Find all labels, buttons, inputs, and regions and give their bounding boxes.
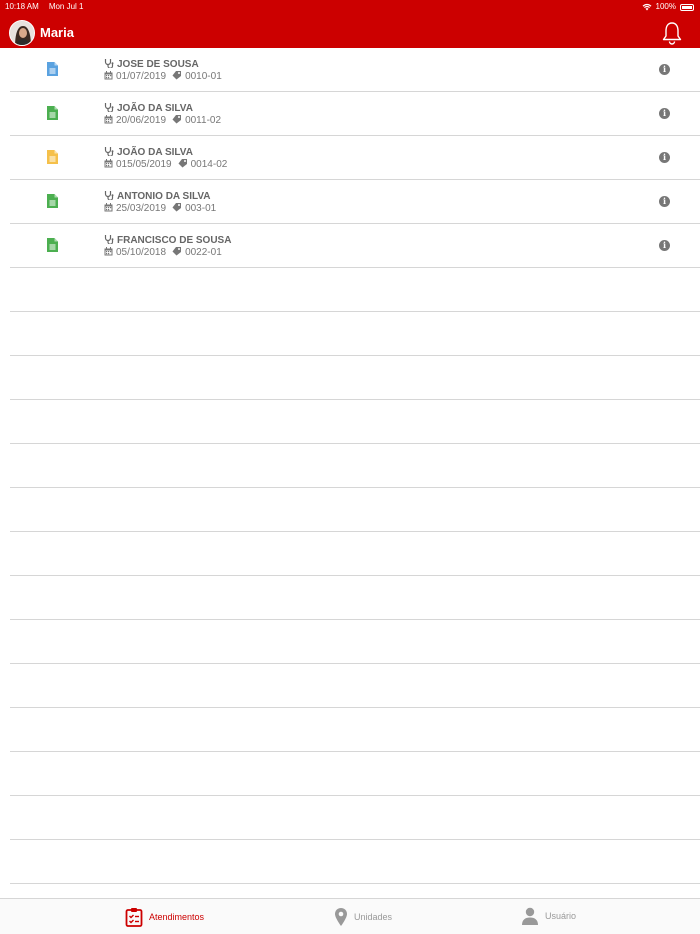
document-icon <box>47 150 58 164</box>
details-line: 01/07/2019 0010-01 <box>104 70 222 83</box>
record-code: 0014-02 <box>190 159 228 170</box>
empty-row <box>10 576 700 620</box>
record-code: 0010-01 <box>185 71 222 82</box>
list-item[interactable]: ANTONIO DA SILVA 25/03/2019 003-01 i <box>10 180 700 224</box>
empty-row <box>10 708 700 752</box>
record-date: 015/05/2019 <box>116 159 172 170</box>
empty-row <box>10 444 700 488</box>
calendar-icon <box>104 70 113 83</box>
details-line: 05/10/2018 0022-01 <box>104 246 222 259</box>
empty-row <box>10 796 700 840</box>
tag-icon <box>172 70 182 83</box>
list-item[interactable]: JOÃO DA SILVA 20/06/2019 0011-02 i <box>10 92 700 136</box>
info-icon[interactable]: i <box>659 108 670 119</box>
patient-name: FRANCISCO DE SOUSA <box>117 235 232 246</box>
status-time: 10:18 AM <box>5 2 39 11</box>
empty-row <box>10 312 700 356</box>
info-icon[interactable]: i <box>659 240 670 251</box>
tag-icon <box>172 114 182 127</box>
calendar-icon <box>104 202 113 215</box>
avatar[interactable] <box>9 20 35 46</box>
document-icon <box>47 106 58 120</box>
record-date: 25/03/2019 <box>116 203 167 214</box>
record-date: 20/06/2019 <box>116 115 167 126</box>
user-icon <box>522 907 538 925</box>
patient-name: JOSE DE SOUSA <box>117 59 199 70</box>
details-line: 015/05/2019 0014-02 <box>104 158 227 171</box>
empty-row <box>10 356 700 400</box>
bell-icon[interactable] <box>661 21 683 45</box>
list-item[interactable]: JOSE DE SOUSA 01/07/2019 0010-01 i <box>10 48 700 92</box>
empty-row <box>10 752 700 796</box>
calendar-icon <box>104 158 113 171</box>
document-icon <box>47 238 58 252</box>
status-bar: 10:18 AM Mon Jul 1 100% <box>0 0 700 14</box>
patient-name: JOÃO DA SILVA <box>117 147 193 158</box>
tab-label: Atendimentos <box>149 912 205 922</box>
patient-name: ANTONIO DA SILVA <box>117 191 211 202</box>
empty-row <box>10 488 700 532</box>
details-line: 25/03/2019 003-01 <box>104 202 216 215</box>
record-date: 05/10/2018 <box>116 247 167 258</box>
tab-usuario[interactable]: Usuário <box>521 907 576 925</box>
empty-row <box>10 620 700 664</box>
clipboard-check-icon <box>125 908 143 927</box>
app-header: Maria <box>0 14 700 48</box>
record-code: 0011-02 <box>185 115 222 126</box>
patient-name: JOÃO DA SILVA <box>117 103 193 114</box>
calendar-icon <box>104 114 113 127</box>
empty-row <box>10 664 700 708</box>
record-date: 01/07/2019 <box>116 71 167 82</box>
battery-percent: 100% <box>655 2 676 11</box>
info-icon[interactable]: i <box>659 196 670 207</box>
info-icon[interactable]: i <box>659 64 670 75</box>
document-icon <box>47 194 58 208</box>
empty-row <box>10 268 700 312</box>
battery-icon <box>680 3 694 11</box>
tag-icon <box>172 246 182 259</box>
map-marker-icon <box>335 908 347 926</box>
empty-row <box>10 532 700 576</box>
tab-label: Usuário <box>545 911 577 921</box>
tab-label: Unidades <box>354 912 393 922</box>
user-name[interactable]: Maria <box>40 25 74 40</box>
tab-unidades[interactable]: Unidades <box>334 907 392 927</box>
list-item[interactable]: JOÃO DA SILVA 015/05/2019 0014-02 i <box>10 136 700 180</box>
tag-icon <box>172 202 182 215</box>
empty-row <box>10 400 700 444</box>
tab-bar: Atendimentos Unidades Usuário <box>0 898 700 934</box>
status-date: Mon Jul 1 <box>48 2 84 11</box>
info-icon[interactable]: i <box>659 152 670 163</box>
document-icon <box>47 62 58 76</box>
tag-icon <box>178 158 188 171</box>
record-code: 003-01 <box>185 203 217 214</box>
empty-row <box>10 840 700 884</box>
calendar-icon <box>104 246 113 259</box>
list-item[interactable]: FRANCISCO DE SOUSA 05/10/2018 0022-01 i <box>10 224 700 268</box>
wifi-icon <box>642 3 651 11</box>
tab-atendimentos[interactable]: Atendimentos <box>125 907 204 927</box>
record-code: 0022-01 <box>185 247 222 258</box>
details-line: 20/06/2019 0011-02 <box>104 114 221 127</box>
attendance-list: JOSE DE SOUSA 01/07/2019 0010-01 i JOÃO DA S… <box>0 48 700 884</box>
